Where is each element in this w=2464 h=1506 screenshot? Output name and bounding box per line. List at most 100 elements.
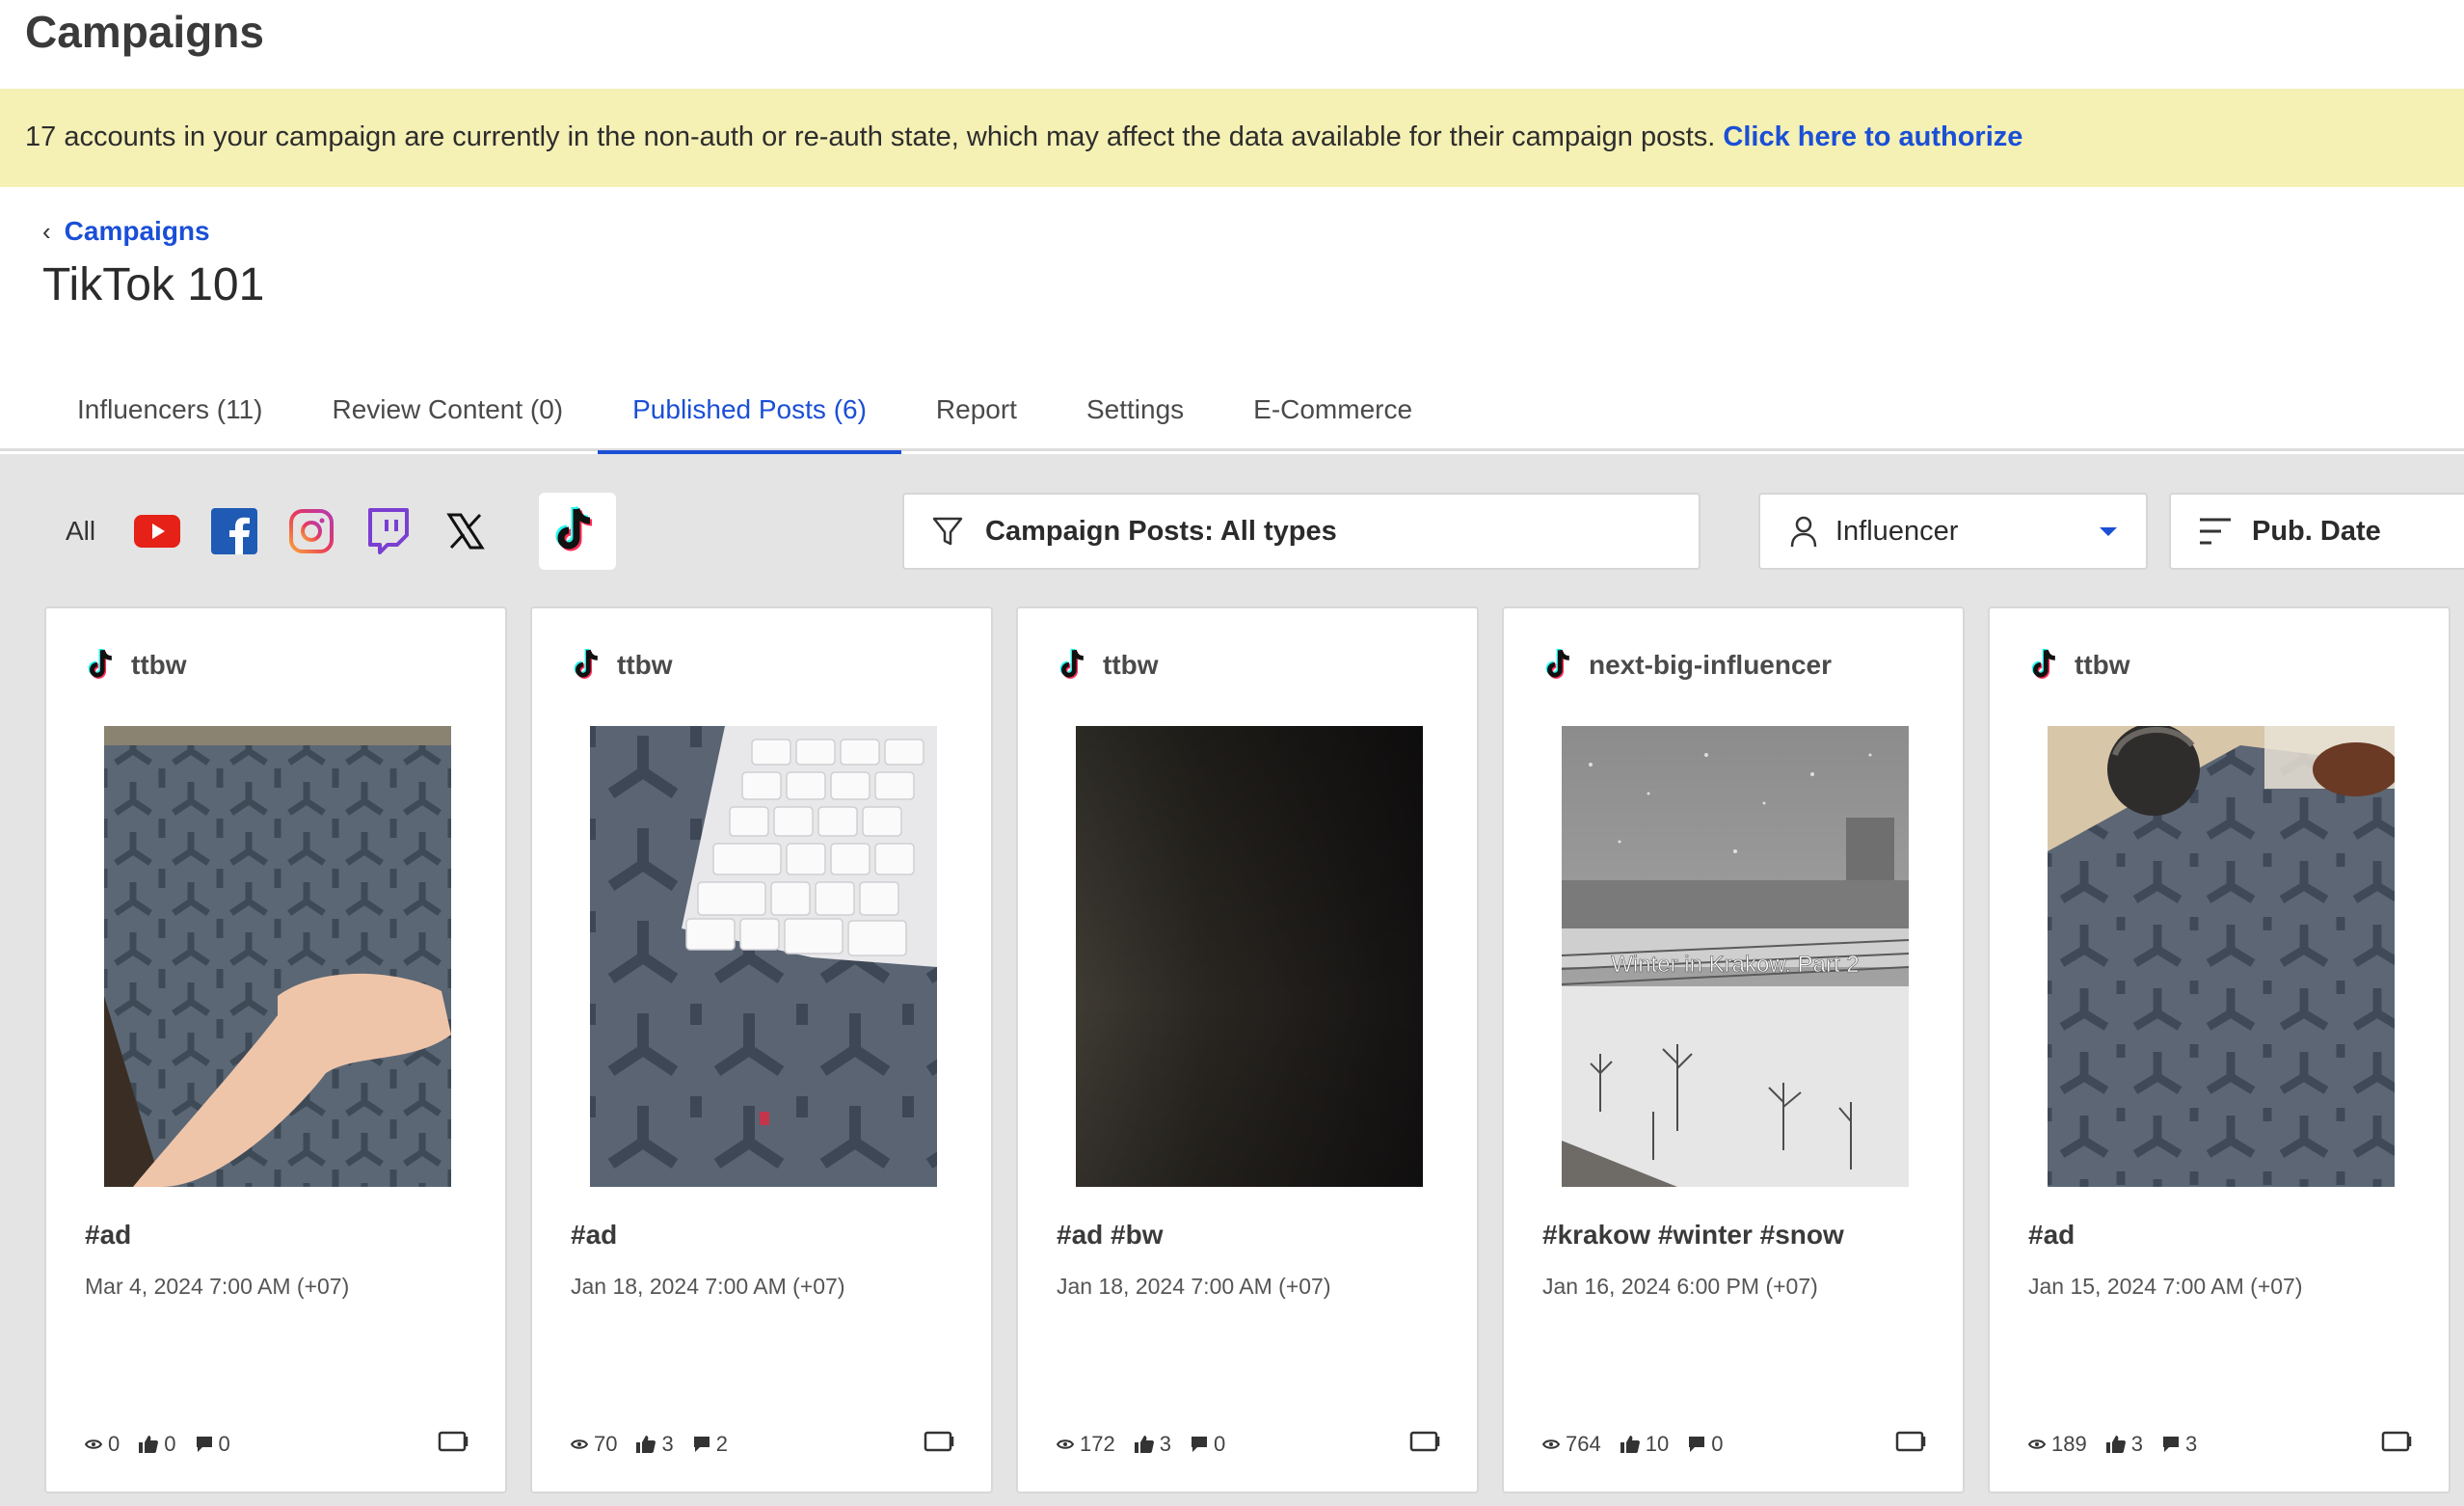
campaign-header: ‹ Campaigns TikTok 101 Influencers (11) …	[0, 187, 2464, 454]
tiktok-icon	[1059, 649, 1085, 679]
comments-count: 0	[218, 1432, 230, 1456]
platform-all[interactable]: All	[66, 516, 95, 547]
views-count: 70	[594, 1432, 618, 1456]
post-card[interactable]: ttbw #ad Mar 4, 2024 7:00 AM (+07) 0 0 0	[44, 606, 507, 1493]
post-date: Mar 4, 2024 7:00 AM (+07)	[85, 1274, 350, 1299]
post-caption: #ad	[2028, 1220, 2076, 1250]
tiktok-icon[interactable]	[539, 493, 617, 570]
post-author: ttbw	[2030, 647, 2130, 684]
post-date: Jan 15, 2024 7:00 AM (+07)	[2028, 1274, 2303, 1299]
sort-dropdown[interactable]: Pub. Date	[2169, 493, 2464, 570]
person-icon	[1790, 516, 1817, 548]
post-author: ttbw	[1058, 647, 1159, 684]
sort-label: Pub. Date	[2252, 515, 2381, 547]
post-username: ttbw	[131, 650, 187, 680]
post-caption: #krakow #winter #snow	[1542, 1220, 1844, 1250]
post-stats: 70 3 2	[571, 1432, 728, 1457]
post-author: ttbw	[573, 647, 673, 684]
video-icon	[924, 1431, 954, 1452]
post-thumbnail[interactable]	[590, 726, 937, 1187]
comments-count: 2	[715, 1432, 728, 1456]
video-icon	[438, 1431, 469, 1452]
eye-icon	[1057, 1439, 1074, 1449]
campaign-tabs: Influencers (11) Review Content (0) Publ…	[42, 368, 1447, 454]
comment-icon	[693, 1437, 710, 1452]
post-username: next-big-influencer	[1589, 650, 1833, 680]
tiktok-icon	[2031, 649, 2056, 679]
tab-settings[interactable]: Settings	[1052, 368, 1219, 451]
x-icon[interactable]	[441, 506, 491, 556]
post-caption: #ad #bw	[1057, 1220, 1164, 1250]
post-author: next-big-influencer	[1544, 647, 1832, 684]
tiktok-icon	[88, 649, 113, 679]
post-username: ttbw	[2075, 650, 2130, 680]
comments-count: 0	[1213, 1432, 1226, 1456]
post-stats: 0 0 0	[85, 1432, 230, 1457]
post-card[interactable]: next-big-influencer Winter in Krakow. Pa…	[1502, 606, 1965, 1493]
instagram-icon[interactable]	[286, 506, 336, 556]
views-count: 764	[1566, 1432, 1601, 1456]
likes-count: 3	[661, 1432, 674, 1456]
post-type-filter-label: Campaign Posts: All types	[985, 515, 1337, 547]
post-stats: 189 3 3	[2028, 1432, 2197, 1457]
breadcrumb[interactable]: ‹ Campaigns	[42, 216, 210, 247]
post-date: Jan 18, 2024 7:00 AM (+07)	[571, 1274, 845, 1299]
video-icon	[1895, 1431, 1926, 1452]
video-icon	[2381, 1431, 2412, 1452]
eye-icon	[1542, 1439, 1560, 1449]
post-type-filter[interactable]: Campaign Posts: All types	[902, 493, 1701, 570]
tiktok-icon	[1545, 649, 1570, 679]
banner-text-container: 17 accounts in your campaign are current…	[25, 121, 2022, 153]
tab-published-posts[interactable]: Published Posts (6)	[598, 368, 901, 454]
tiktok-icon	[574, 649, 599, 679]
views-count: 0	[108, 1432, 121, 1456]
twitch-icon[interactable]	[363, 506, 414, 556]
tab-influencers[interactable]: Influencers (11)	[42, 368, 297, 451]
comment-icon	[1191, 1437, 1207, 1452]
post-thumbnail[interactable]	[2048, 726, 2395, 1187]
chevron-left-icon: ‹	[42, 216, 51, 246]
posts-grid: ttbw #ad Mar 4, 2024 7:00 AM (+07) 0 0 0…	[44, 606, 2451, 1493]
filter-icon	[932, 517, 963, 546]
facebook-icon[interactable]	[209, 506, 259, 556]
post-date: Jan 18, 2024 7:00 AM (+07)	[1057, 1274, 1331, 1299]
youtube-icon[interactable]	[132, 506, 182, 556]
thumbs-up-icon	[636, 1436, 656, 1453]
post-caption: #ad	[571, 1220, 618, 1250]
post-card[interactable]: ttbw	[1016, 606, 1479, 1493]
eye-icon	[85, 1439, 102, 1449]
video-icon	[1409, 1431, 1440, 1452]
breadcrumb-campaigns-link[interactable]: Campaigns	[65, 216, 210, 247]
platform-filter: All	[66, 493, 617, 570]
caret-down-icon	[2100, 527, 2117, 536]
post-username: ttbw	[1103, 650, 1159, 680]
comments-count: 0	[1711, 1432, 1724, 1456]
tab-e-commerce[interactable]: E-Commerce	[1219, 368, 1447, 451]
tab-report[interactable]: Report	[901, 368, 1052, 451]
page-title: TikTok 101	[42, 259, 265, 310]
authorize-link[interactable]: Click here to authorize	[1723, 121, 2022, 152]
post-stats: 764 10 0	[1542, 1432, 1723, 1457]
views-count: 189	[2051, 1432, 2087, 1456]
post-card[interactable]: ttbw #ad Jan 15, 2024 7:00 AM (+07) 189 …	[1988, 606, 2451, 1493]
auth-warning-banner: 17 accounts in your campaign are current…	[0, 89, 2464, 187]
top-bar: Campaigns	[0, 0, 2464, 89]
post-thumbnail[interactable]	[104, 726, 451, 1187]
likes-count: 10	[1645, 1432, 1670, 1456]
thumbs-up-icon	[2105, 1436, 2126, 1453]
comment-icon	[196, 1437, 212, 1452]
influencer-dropdown[interactable]: Influencer	[1758, 493, 2148, 570]
post-thumbnail[interactable]	[1076, 726, 1423, 1187]
views-count: 172	[1080, 1432, 1115, 1456]
comments-count: 3	[2184, 1432, 2198, 1456]
eye-icon	[571, 1439, 588, 1449]
thumbs-up-icon	[1134, 1436, 1154, 1453]
tab-review-content[interactable]: Review Content (0)	[297, 368, 598, 451]
post-author: ttbw	[87, 647, 187, 684]
comment-icon	[2162, 1437, 2179, 1452]
banner-message: 17 accounts in your campaign are current…	[25, 121, 1724, 152]
post-thumbnail[interactable]: Winter in Krakow. Part 2	[1562, 726, 1909, 1187]
post-username: ttbw	[617, 650, 673, 680]
likes-count: 0	[164, 1432, 176, 1456]
post-card[interactable]: ttbw	[530, 606, 993, 1493]
